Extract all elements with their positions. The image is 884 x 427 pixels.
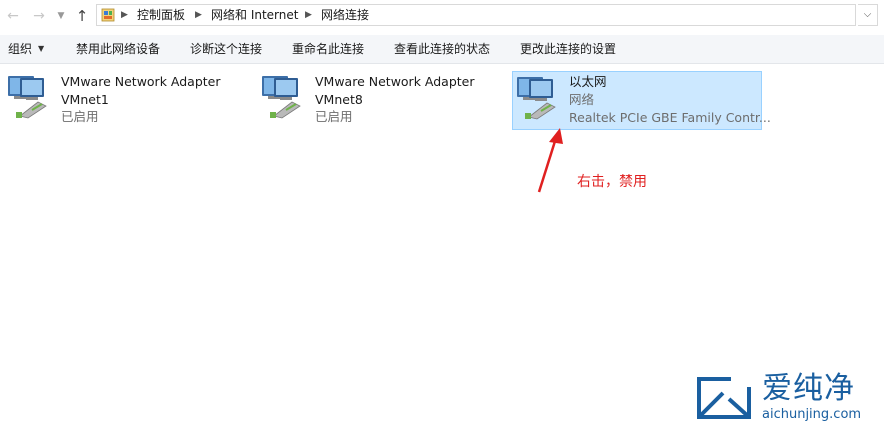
breadcrumb-network-connections[interactable]: 网络连接 <box>321 8 369 22</box>
breadcrumb-network-internet[interactable]: 网络和 Internet <box>211 8 298 22</box>
disable-device-button[interactable]: 禁用此网络设备 <box>76 42 160 56</box>
rename-button[interactable]: 重命名此连接 <box>292 42 364 56</box>
connection-name: 以太网 <box>569 74 607 89</box>
network-adapter-icon <box>517 77 556 120</box>
connection-network: VMnet8 <box>315 92 363 107</box>
recent-locations-chevron-down-icon[interactable]: ▼ <box>52 6 70 26</box>
connection-status: 已启用 <box>61 109 99 124</box>
command-bar: 组织 ▼ 禁用此网络设备 诊断这个连接 重命名此连接 查看此连接的状态 更改此连… <box>0 35 884 64</box>
address-bar[interactable]: ▶ 控制面板 ▶ 网络和 Internet ▶ 网络连接 <box>96 4 856 26</box>
connection-adapter: Realtek PCIe GBE Family Contr... <box>569 110 771 125</box>
connection-item-vmnet1[interactable]: VMware Network Adapter VMnet1 已启用 <box>6 72 246 130</box>
forward-arrow-icon[interactable]: → <box>30 6 48 26</box>
breadcrumb-control-panel[interactable]: 控制面板 <box>137 8 185 22</box>
breadcrumb-separator-icon[interactable]: ▶ <box>195 8 202 22</box>
view-status-button[interactable]: 查看此连接的状态 <box>394 42 490 56</box>
change-settings-button[interactable]: 更改此连接的设置 <box>520 42 616 56</box>
diagnose-button[interactable]: 诊断这个连接 <box>190 42 262 56</box>
connection-item-vmnet8[interactable]: VMware Network Adapter VMnet8 已启用 <box>260 72 500 130</box>
connection-item-ethernet[interactable]: 以太网 网络 Realtek PCIe GBE Family Contr... <box>512 71 771 130</box>
control-panel-icon <box>101 8 115 22</box>
up-arrow-icon[interactable]: ↑ <box>73 6 91 26</box>
connection-name: VMware Network Adapter <box>61 74 221 89</box>
breadcrumb-separator-icon: ▶ <box>121 10 128 20</box>
organize-button[interactable]: 组织 <box>8 42 32 56</box>
connection-status: 已启用 <box>315 109 353 124</box>
address-dropdown-chevron-down-icon[interactable]: ⌵ <box>858 4 878 26</box>
watermark-url: aichunjing.com <box>762 407 862 422</box>
annotation-text: 右击，禁用 <box>577 174 647 190</box>
network-adapter-icon <box>262 76 301 119</box>
organize-dropdown-icon[interactable]: ▼ <box>38 44 44 54</box>
breadcrumb-separator-icon[interactable]: ▶ <box>305 8 312 22</box>
address-row: ← → ▼ ↑ ▶ 控制面板 ▶ 网络和 Internet ▶ 网络连接 ⌵ <box>0 0 884 32</box>
connection-name: VMware Network Adapter <box>315 74 475 89</box>
connection-network: VMnet1 <box>61 92 109 107</box>
back-arrow-icon[interactable]: ← <box>4 6 22 26</box>
watermark-brand: 爱纯净 <box>762 371 855 406</box>
network-adapter-icon <box>8 76 47 119</box>
annotation-arrow-icon <box>537 128 563 193</box>
watermark-logo-icon <box>697 375 753 419</box>
connection-network: 网络 <box>569 92 595 107</box>
